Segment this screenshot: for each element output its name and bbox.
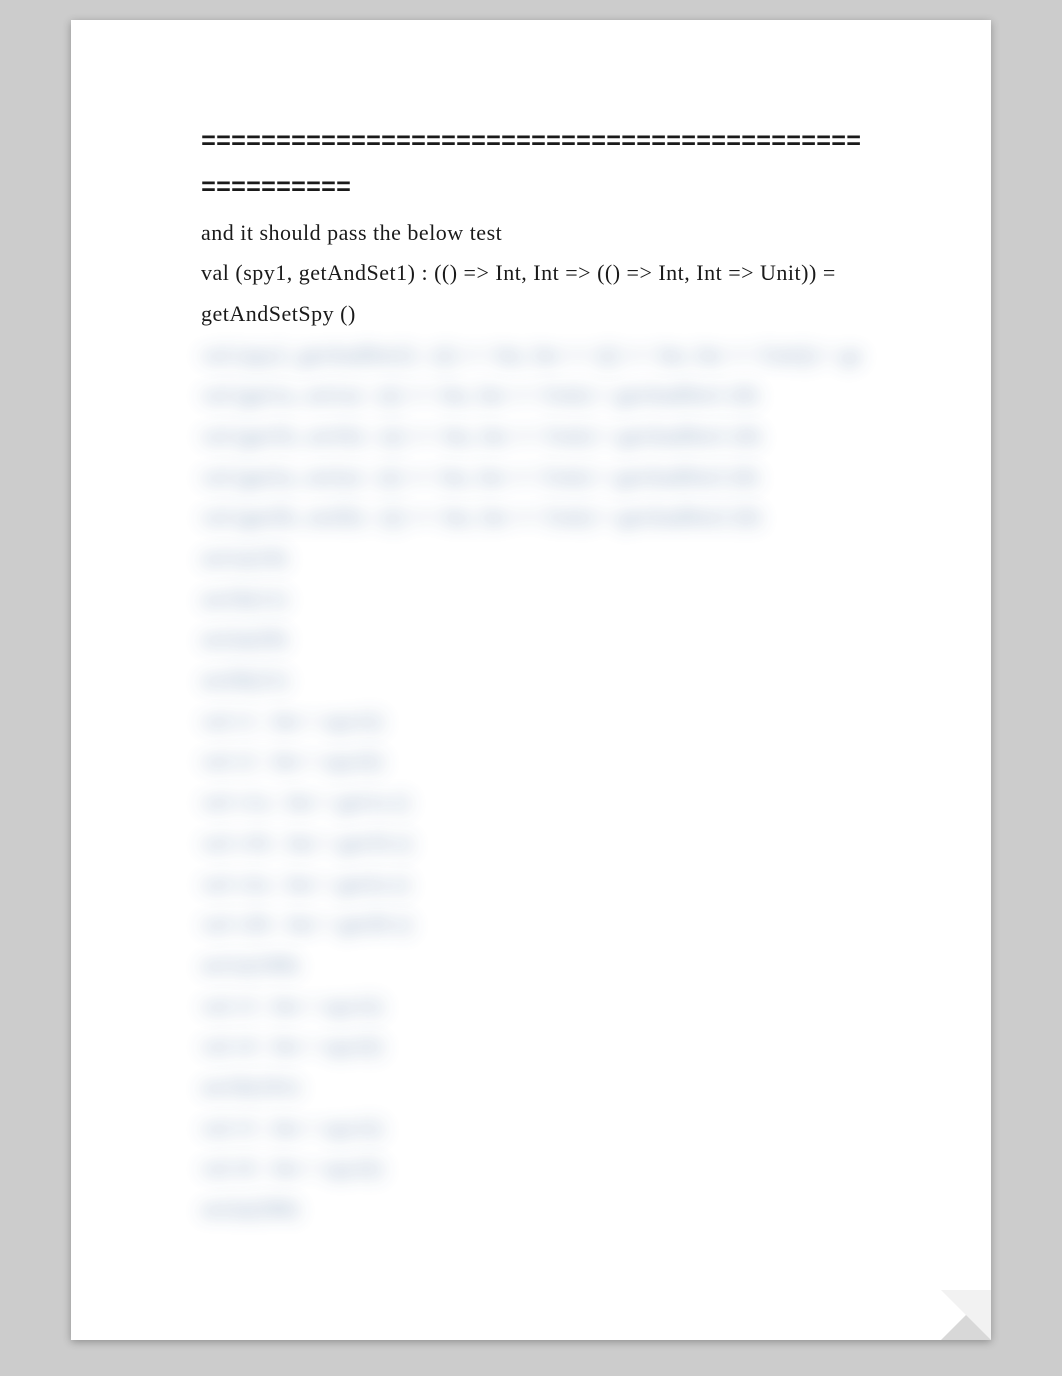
page-fold-corner xyxy=(941,1290,991,1340)
document-page: ========================================… xyxy=(71,20,991,1340)
blurred-code-line: val (get2a, set2a) : (() => Int, Int => … xyxy=(201,457,861,498)
divider-line-2: ========== xyxy=(201,166,861,212)
blurred-code-line: set2b(21) xyxy=(201,660,861,701)
blurred-code-line: set1a(100) xyxy=(201,945,861,986)
code-line-val-spy1: val (spy1, getAndSet1) : (() => Int, Int… xyxy=(201,253,861,334)
blurred-code-line: val r4 : Int = spy2() xyxy=(201,1026,861,1067)
blurred-code-line: val r6 : Int = spy2() xyxy=(201,1148,861,1189)
blurred-code-line: set1b(101) xyxy=(201,1067,861,1108)
blurred-code-line: set2a(200) xyxy=(201,1189,861,1230)
blurred-code-line: val r1 : Int = spy1() xyxy=(201,701,861,742)
blurred-code-line: val r2 : Int = spy2() xyxy=(201,741,861,782)
blurred-code-line: val (spy2, getAndSet2) : (() => Int, Int… xyxy=(201,335,861,376)
blurred-code-line: val v1b : Int = get1b () xyxy=(201,823,861,864)
blurred-code-line: set1b(11) xyxy=(201,579,861,620)
blurred-code-line: val v1a : Int = get1a () xyxy=(201,782,861,823)
blurred-code-line: set2a(20) xyxy=(201,619,861,660)
blurred-code-line: set1a(10) xyxy=(201,538,861,579)
blurred-code-line: val r3 : Int = spy1() xyxy=(201,986,861,1027)
blurred-code-line: val v2a : Int = get2a () xyxy=(201,864,861,905)
blurred-code-line: val (get1a, set1a) : (() => Int, Int => … xyxy=(201,375,861,416)
test-instruction-text: and it should pass the below test xyxy=(201,213,861,254)
blurred-code-line: val (get2b, set2b) : (() => Int, Int => … xyxy=(201,497,861,538)
blurred-code-line: val r5 : Int = spy1() xyxy=(201,1108,861,1149)
divider-line-1: ========================================… xyxy=(201,120,861,166)
blurred-code-line: val v2b : Int = get2b () xyxy=(201,904,861,945)
document-content: ========================================… xyxy=(201,120,861,1230)
blurred-code-line: val (get1b, set1b) : (() => Int, Int => … xyxy=(201,416,861,457)
